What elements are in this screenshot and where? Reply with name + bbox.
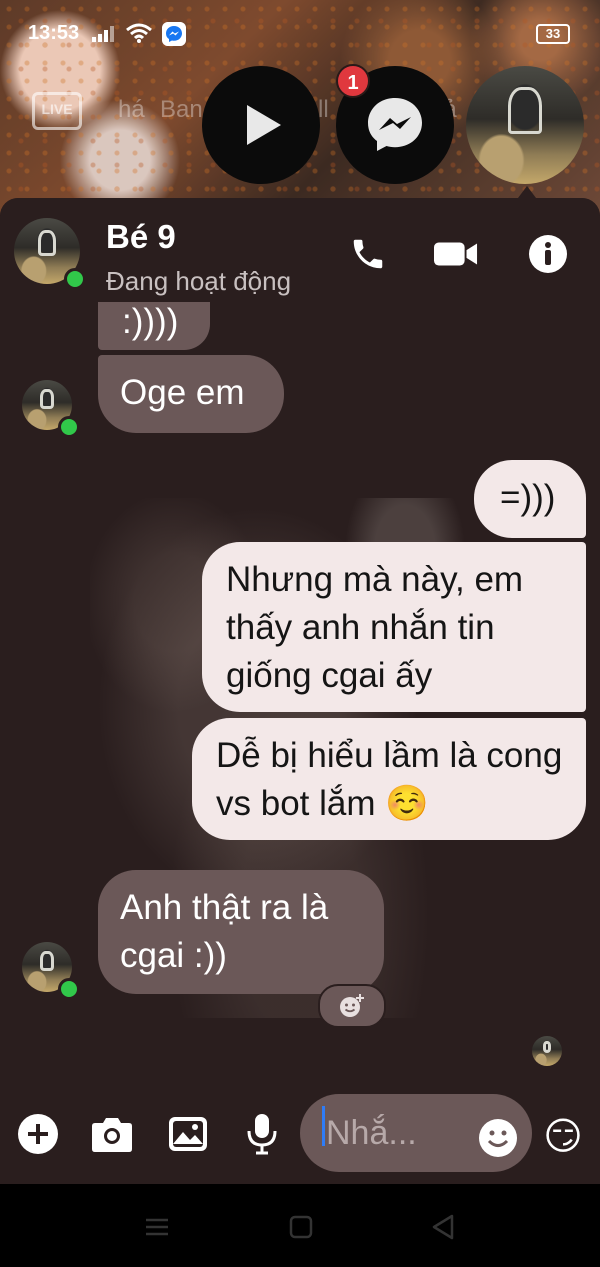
info-icon xyxy=(529,235,567,273)
signal-icon xyxy=(92,26,114,42)
camera-button[interactable] xyxy=(90,1112,134,1156)
add-reaction-icon xyxy=(340,994,364,1017)
unread-badge: 1 xyxy=(336,64,370,98)
online-indicator xyxy=(58,978,80,1000)
message-bubble[interactable]: Nhưng mà này, em thấy anh nhắn tin giống… xyxy=(202,542,586,712)
wifi-icon xyxy=(126,23,152,43)
menu-icon[interactable] xyxy=(142,1212,172,1242)
background-text: Ban xyxy=(160,96,203,123)
play-chat-head[interactable] xyxy=(202,66,320,184)
message-bubble[interactable]: Dễ bị hiểu lầm là cong vs bot lắm ☺️ xyxy=(192,718,586,840)
messenger-notification-icon xyxy=(162,22,186,46)
contact-name[interactable]: Bé 9 xyxy=(106,218,176,256)
add-button[interactable] xyxy=(16,1112,60,1156)
chat-header: Bé 9 Đang hoạt động xyxy=(0,198,600,302)
live-badge: LIVE xyxy=(32,92,82,130)
plus-circle-icon xyxy=(18,1114,58,1154)
info-button[interactable] xyxy=(526,232,570,276)
seen-indicator-avatar xyxy=(532,1036,562,1066)
video-call-button[interactable] xyxy=(434,232,478,276)
microphone-icon xyxy=(247,1114,277,1155)
online-indicator xyxy=(58,416,80,438)
voice-button[interactable] xyxy=(240,1112,284,1156)
phone-icon xyxy=(353,239,383,269)
chat-panel: Bé 9 Đang hoạt động :)))) Oge em =))) Nh… xyxy=(0,198,600,1184)
play-icon xyxy=(247,105,281,145)
chat-head-pointer xyxy=(518,186,536,198)
home-icon[interactable] xyxy=(286,1212,316,1242)
add-reaction-button[interactable] xyxy=(318,984,386,1028)
contact-status: Đang hoạt động xyxy=(106,266,292,296)
contact-chat-head[interactable] xyxy=(466,66,584,184)
video-camera-icon xyxy=(434,242,478,266)
background-text: há xyxy=(118,96,145,123)
online-indicator xyxy=(64,268,86,290)
gallery-button[interactable] xyxy=(166,1112,210,1156)
message-input-placeholder: Nhắ... xyxy=(326,1114,417,1152)
battery-icon: 33 xyxy=(536,24,570,44)
message-bubble[interactable]: =))) xyxy=(474,460,586,538)
messenger-icon xyxy=(368,98,422,151)
camera-icon xyxy=(92,1118,132,1152)
smiley-icon[interactable] xyxy=(478,1118,518,1158)
call-button[interactable] xyxy=(346,232,390,276)
image-icon xyxy=(169,1117,207,1151)
message-bubble[interactable]: Oge em xyxy=(98,355,284,433)
status-bar: 13:53 33 xyxy=(0,16,600,52)
back-icon[interactable] xyxy=(428,1212,458,1242)
quick-reaction-button[interactable]: 😏 xyxy=(540,1114,586,1160)
navigation-bar xyxy=(0,1184,600,1267)
text-cursor xyxy=(322,1106,325,1146)
status-time: 13:53 xyxy=(28,22,80,44)
message-bubble[interactable]: Anh thật ra là cgai :)) xyxy=(98,870,384,994)
